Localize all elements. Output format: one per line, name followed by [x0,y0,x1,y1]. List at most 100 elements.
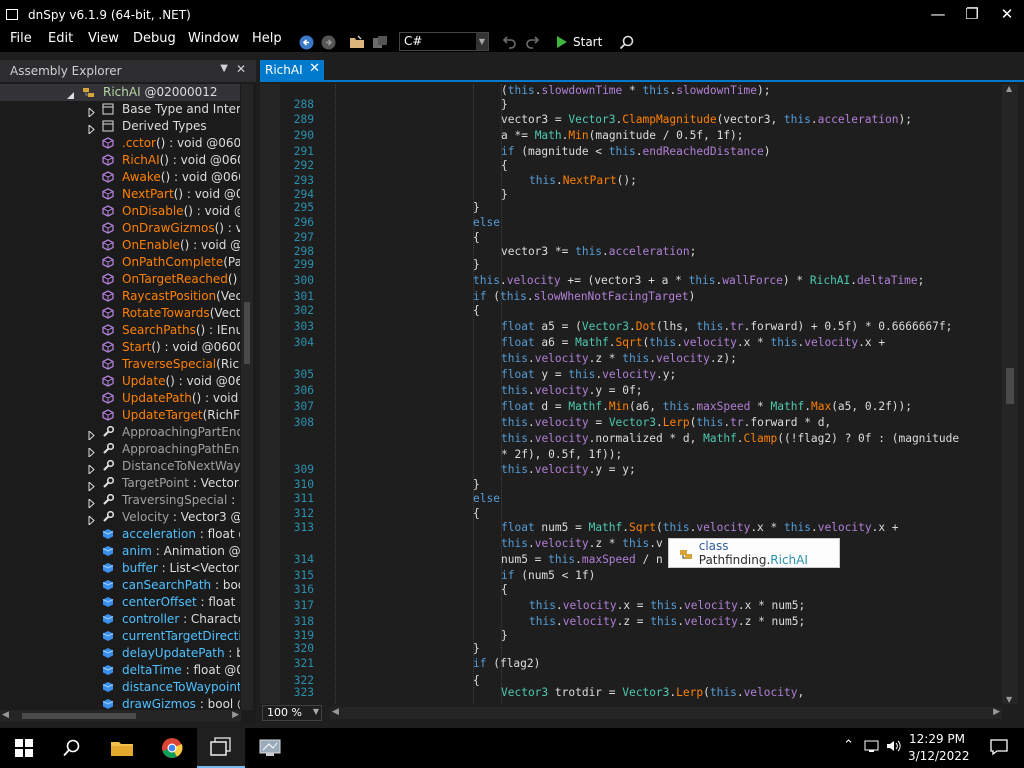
editor-vertical-scrollbar[interactable]: ▲ ▼ [1002,84,1018,704]
tree-item[interactable]: TraverseSpecial(RichSp [0,356,240,373]
close-all-icon[interactable] [372,34,388,50]
tree-hscroll-thumb[interactable] [22,713,136,719]
tree-item-label: Velocity : Vector3 @17 [122,509,240,526]
tree-item[interactable]: ApproachingPathEndp [0,441,240,458]
start-debug-button[interactable]: Start [556,33,602,51]
tree-item-signature: () : void @ [191,391,240,405]
tree-collapsed-arrow-icon[interactable] [87,445,96,458]
scroll-left-icon[interactable]: ◀ [332,707,339,717]
tree-item[interactable]: controller : CharacterC [0,611,240,628]
back-arrow-icon[interactable] [298,34,314,50]
tree-item[interactable]: drawGizmos : bool @0 [0,696,240,711]
tree-vertical-scrollbar[interactable] [241,84,253,710]
menu-window[interactable]: Window [188,31,239,46]
tree-collapsed-arrow-icon[interactable] [87,479,96,492]
tree-horizontal-scrollbar[interactable]: ◀ ▶ [0,710,241,722]
clock-time[interactable]: 12:29 PM [908,732,966,746]
tree-item[interactable]: RichAI() : void @06000 [0,152,240,169]
windows-start-icon[interactable] [0,728,48,768]
tree-item[interactable]: Base Type and Interfac [0,101,240,118]
editor-horizontal-scrollbar[interactable]: ◀ ▶ [330,707,1002,719]
remote-desktop-icon[interactable] [246,728,294,768]
scroll-down-icon[interactable]: ▼ [1006,695,1012,704]
tree-item-label: distanceToWaypoint : [122,679,240,696]
tree-collapsed-arrow-icon[interactable] [87,428,96,441]
tree-collapsed-arrow-icon[interactable] [87,122,96,135]
tree-item[interactable]: RichAI @02000012 [0,84,240,101]
language-dropdown[interactable]: C# ▼ [399,32,489,51]
close-window-button[interactable]: ✕ [987,4,1024,26]
tree-item[interactable]: UpdatePath() : void @ [0,390,240,407]
tree-item[interactable]: Start() : void @060000 [0,339,240,356]
tree-item[interactable]: canSearchPath : bool [0,577,240,594]
tree-item[interactable]: OnDrawGizmos() : voi [0,220,240,237]
panel-close-icon[interactable]: ✕ [236,62,246,76]
tree-item[interactable]: DistanceToNextWaypo [0,458,240,475]
search-icon[interactable] [48,728,96,768]
chevron-up-icon[interactable]: ⌃ [843,738,854,753]
scroll-left-icon[interactable]: ◀ [2,710,9,720]
code-editor[interactable]: (this.slowdownTime * this.slowdownTime);… [260,84,1002,704]
menu-help[interactable]: Help [252,31,282,46]
tree-item[interactable]: .cctor() : void @06000 [0,135,240,152]
tree-item[interactable]: RotateTowards(Vecto [0,305,240,322]
tree-item[interactable]: distanceToWaypoint : [0,679,240,696]
scroll-up-icon[interactable]: ▲ [1006,84,1012,93]
tree-item-name: anim [122,544,152,558]
file-explorer-icon[interactable] [98,728,146,768]
tab-close-icon[interactable]: ✕ [309,61,320,76]
tree-item-name: TraverseSpecial [122,357,217,371]
tree-collapsed-arrow-icon[interactable] [87,513,96,526]
menu-view[interactable]: View [88,31,119,46]
tree-item[interactable]: OnTargetReached() : v [0,271,240,288]
volume-icon[interactable] [886,739,904,756]
tree-item[interactable]: UpdateTarget(RichFun [0,407,240,424]
tree-item[interactable]: OnPathComplete(Path [0,254,240,271]
tree-item[interactable]: Update() : void @0600 [0,373,240,390]
tree-item[interactable]: TraversingSpecial : boo [0,492,240,509]
tree-item[interactable]: centerOffset : float @0 [0,594,240,611]
dnspy-taskbar-icon[interactable] [197,728,245,768]
tree-item[interactable]: OnDisable() : void @0 [0,203,240,220]
tree-item[interactable]: RaycastPosition(Vecto [0,288,240,305]
clock-date[interactable]: 3/12/2022 [908,749,970,763]
tree-scroll-thumb[interactable] [244,302,250,364]
tree-collapsed-arrow-icon[interactable] [87,496,96,509]
panel-dropdown-icon[interactable]: ▼ [220,63,228,74]
tree-item-label: OnEnable() : void @06 [122,237,240,254]
tree-item[interactable]: delayUpdatePath : boo [0,645,240,662]
tree-item[interactable]: SearchPaths() : IEnum [0,322,240,339]
menu-debug[interactable]: Debug [133,31,176,46]
tree-item[interactable]: TargetPoint : Vector3 @ [0,475,240,492]
tree-expanded-arrow-icon[interactable] [66,88,75,99]
tree-item[interactable]: anim : Animation @04 [0,543,240,560]
tab-richai[interactable]: RichAI ✕ [260,60,324,81]
tree-collapsed-arrow-icon[interactable] [87,105,96,118]
forward-arrow-icon[interactable] [320,34,336,50]
tree-item[interactable]: buffer : List<Vector3> [0,560,240,577]
tree-item[interactable]: acceleration : float @0 [0,526,240,543]
tree-item[interactable]: NextPart() : void @060 [0,186,240,203]
tree-item[interactable]: Velocity : Vector3 @17 [0,509,240,526]
tree-item[interactable]: OnEnable() : void @06 [0,237,240,254]
scroll-right-icon[interactable]: ▶ [232,710,239,720]
search-icon[interactable] [618,34,634,50]
editor-scroll-thumb[interactable] [1006,368,1014,404]
tree-item[interactable]: currentTargetDirection [0,628,240,645]
tree-item[interactable]: Awake() : void @06000 [0,169,240,186]
redo-icon[interactable] [524,34,540,50]
tree-collapsed-arrow-icon[interactable] [87,462,96,475]
scroll-right-icon[interactable]: ▶ [993,707,1000,717]
chrome-icon[interactable] [148,728,196,768]
open-folder-icon[interactable] [349,34,365,50]
network-icon[interactable] [864,739,880,756]
notifications-icon[interactable] [990,739,1008,758]
menu-edit[interactable]: Edit [48,31,73,46]
menu-file[interactable]: File [10,31,32,46]
tree-item[interactable]: ApproachingPartEndp [0,424,240,441]
tree-item[interactable]: Derived Types [0,118,240,135]
tree-item[interactable]: deltaTime : float @040 [0,662,240,679]
maximize-button[interactable]: ❐ [952,4,992,26]
zoom-dropdown[interactable]: 100 % ▼ [262,705,322,721]
undo-icon[interactable] [502,34,518,50]
